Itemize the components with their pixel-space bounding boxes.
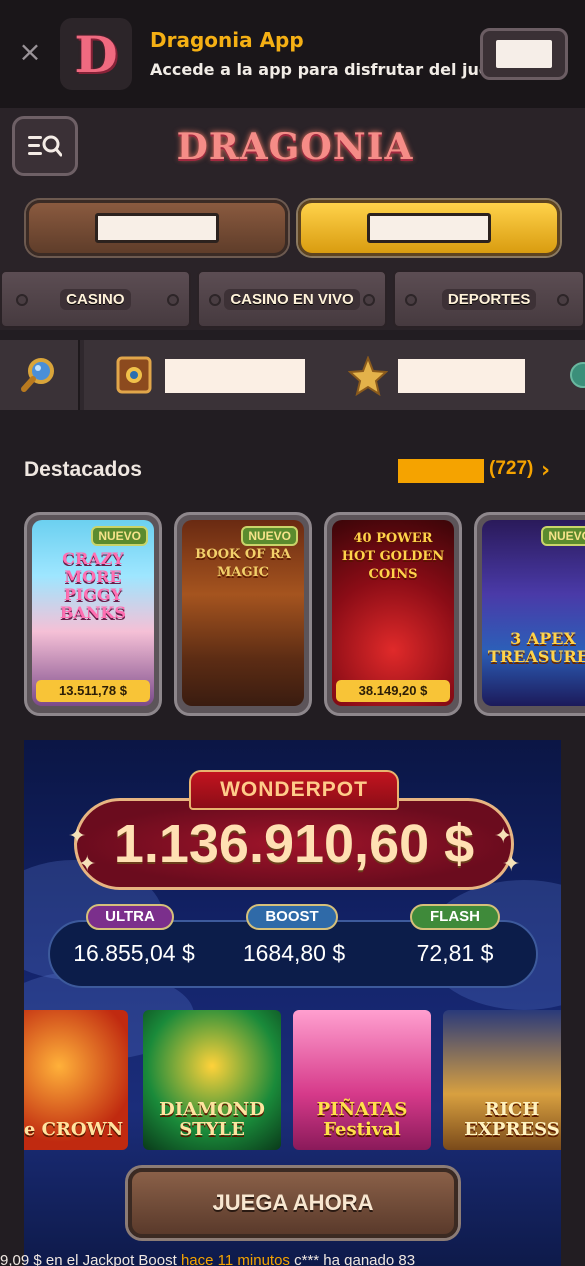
quick-link-label[interactable]	[165, 359, 305, 393]
bolt-decoration	[166, 294, 179, 306]
game-thumbnail: NUEVO CRAZY MORE PIGGY BANKS 13.511,78 $	[32, 520, 154, 706]
star-icon: ✦	[494, 824, 513, 849]
new-badge: NUEVO	[541, 526, 585, 546]
wonderpot-amount: 1.136.910,60 $	[113, 814, 475, 874]
magnifier-icon	[21, 358, 54, 392]
game-thumbnail: NUEVO 3 APEX TREASURES	[482, 520, 585, 706]
wonderpot-label: WONDERPOT	[189, 770, 399, 810]
tab-casino-en-vivo[interactable]: CASINO EN VIVO	[196, 270, 388, 328]
menu-button[interactable]	[12, 116, 78, 176]
quick-nav	[0, 340, 585, 410]
quick-link-label[interactable]	[398, 359, 525, 393]
winners-ticker: 9,09 $ en el Jackpot Boost hace 11 minut…	[0, 1252, 585, 1266]
game-title: 40 POWER HOT GOLDEN COINS	[341, 531, 445, 582]
book-icon[interactable]	[114, 354, 156, 396]
tab-deportes[interactable]: DEPORTES	[393, 270, 585, 328]
app-banner-title: Dragonia App	[150, 28, 304, 52]
bolt-decoration	[16, 294, 28, 306]
tab-label: CASINO	[60, 288, 131, 310]
menu-search-icon	[28, 135, 62, 157]
wonderpot-game-card[interactable]: Fire CROWN	[24, 1010, 128, 1150]
new-badge: NUEVO	[241, 526, 298, 546]
wonderpot-section: 1.136.910,60 $ WONDERPOT ✦ ✦ ✦ ✦ ULTRA B…	[24, 740, 561, 1266]
game-title: DIAMOND STYLE	[159, 1099, 265, 1140]
game-card[interactable]: 40 POWER HOT GOLDEN COINS 38.149,20 $	[324, 512, 462, 716]
ticker-suffix: c*** ha ganado 83	[294, 1252, 416, 1266]
category-tabs: CASINO CASINO EN VIVO DEPORTES	[0, 270, 585, 330]
tab-label: CASINO EN VIVO	[224, 288, 360, 310]
tier-flash-label: FLASH	[410, 904, 500, 930]
wonderpot-game-card[interactable]: DIAMOND STYLE	[143, 1010, 281, 1150]
ticker-time: hace 11 minutos	[180, 1252, 290, 1266]
bolt-decoration	[557, 294, 569, 306]
game-title: PIÑATAS Festival	[316, 1099, 408, 1140]
register-button-label	[367, 213, 491, 243]
game-title: Fire CROWN	[24, 1119, 124, 1140]
close-icon[interactable]: ×	[18, 38, 42, 66]
get-app-button[interactable]	[480, 28, 568, 80]
app-logo-letter: D	[74, 24, 118, 84]
tab-casino[interactable]: CASINO	[0, 270, 191, 328]
page: × D Dragonia App Accede a la app para di…	[0, 0, 585, 1266]
bolt-decoration	[363, 294, 376, 306]
game-title: BOOK OF RA MAGIC	[195, 547, 291, 580]
app-banner: × D Dragonia App Accede a la app para di…	[0, 0, 585, 108]
bolt-decoration	[405, 294, 418, 306]
game-thumbnail: NUEVO BOOK OF RA MAGIC	[182, 520, 304, 706]
wonderpot-game-card[interactable]: PIÑATAS Festival	[293, 1010, 431, 1150]
game-title: RICH EXPRESS	[464, 1099, 560, 1140]
app-logo: D	[60, 18, 132, 90]
game-card[interactable]: NUEVO BOOK OF RA MAGIC	[174, 512, 312, 716]
wonderpot-game-card[interactable]: RICH EXPRESS	[443, 1010, 561, 1150]
wonderpot-amount-box: 1.136.910,60 $	[74, 798, 514, 890]
tier-ultra-value: 16.855,04 $	[73, 940, 195, 966]
header: DRAGONIA	[0, 108, 585, 270]
login-button-label	[95, 213, 219, 243]
game-card[interactable]: NUEVO 3 APEX TREASURES	[474, 512, 585, 716]
ticker-prefix: 9,09 $ en el Jackpot Boost	[0, 1252, 177, 1266]
quick-search-button[interactable]	[0, 340, 80, 410]
star-icon[interactable]	[348, 356, 388, 396]
get-app-button-label	[496, 40, 552, 68]
jackpot-price: 38.149,20 $	[336, 680, 450, 702]
game-title: 3 APEX TREASURES	[488, 629, 585, 666]
chevron-right-icon[interactable]: ›	[541, 458, 550, 483]
star-icon: ✦	[78, 852, 97, 877]
star-icon: ✦	[68, 824, 87, 849]
login-button[interactable]	[26, 200, 288, 256]
star-icon: ✦	[502, 852, 521, 877]
play-now-button[interactable]: JUEGA AHORA	[128, 1168, 458, 1238]
bolt-decoration	[208, 294, 221, 306]
register-button[interactable]	[298, 200, 560, 256]
tier-flash-value: 72,81 $	[416, 940, 494, 966]
tier-boost-value: 1684,80 $	[242, 940, 346, 966]
tab-label: DEPORTES	[441, 288, 537, 310]
game-title: CRAZY MORE PIGGY BANKS	[59, 549, 127, 622]
featured-count[interactable]: (727)	[489, 458, 533, 480]
new-badge: NUEVO	[91, 526, 148, 546]
featured-see-all[interactable]	[398, 459, 484, 483]
game-thumbnail: 40 POWER HOT GOLDEN COINS 38.149,20 $	[332, 520, 454, 706]
featured-title: Destacados	[24, 458, 142, 481]
app-banner-subtitle: Accede a la app para disfrutar del juego	[150, 60, 513, 79]
tier-ultra-label: ULTRA	[86, 904, 174, 930]
brand-logo[interactable]: DRAGONIA	[177, 122, 413, 172]
game-card[interactable]: NUEVO CRAZY MORE PIGGY BANKS 13.511,78 $	[24, 512, 162, 716]
jackpot-price: 13.511,78 $	[36, 680, 150, 702]
tier-boost-label: BOOST	[246, 904, 338, 930]
